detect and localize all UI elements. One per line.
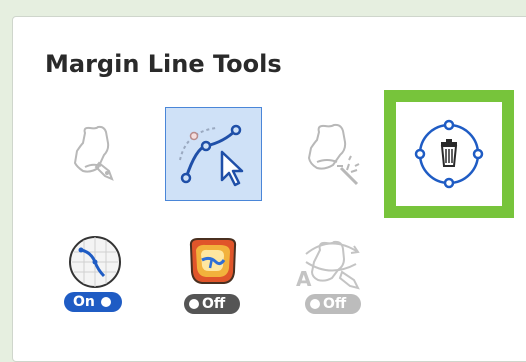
insertion-axis-toggle[interactable]: Off <box>305 294 361 314</box>
curve-cursor-icon <box>179 124 244 187</box>
svg-text:A: A <box>296 267 312 291</box>
toggle-label: On <box>73 294 95 310</box>
tooth-rotate-icon: A <box>296 240 360 291</box>
toggle-knob <box>189 299 199 309</box>
margin-line-view-tool[interactable] <box>64 232 126 294</box>
toggle-label: Off <box>202 296 226 312</box>
margin-line-edit-tool[interactable] <box>165 107 262 201</box>
margin-line-delete-tool[interactable] <box>384 90 514 218</box>
undercut-map-tool[interactable] <box>186 236 240 288</box>
margin-line-draw-tool[interactable] <box>63 123 133 193</box>
tooth-magic-wand-icon <box>307 123 360 186</box>
insertion-axis-tool[interactable]: A <box>290 232 372 294</box>
undercut-map-toggle[interactable]: Off <box>184 294 240 314</box>
panel-title: Margin Line Tools <box>45 50 282 78</box>
tooth-pen-icon <box>73 125 114 181</box>
trash-icon <box>414 119 484 189</box>
heatmap-tooth-icon <box>189 238 237 284</box>
toggle-label: Off <box>323 296 347 312</box>
margin-sphere-icon <box>69 236 121 288</box>
toggle-knob <box>100 297 111 307</box>
margin-line-auto-tool[interactable] <box>297 120 372 195</box>
margin-line-view-toggle[interactable]: On <box>64 292 122 312</box>
toggle-knob <box>310 299 320 309</box>
